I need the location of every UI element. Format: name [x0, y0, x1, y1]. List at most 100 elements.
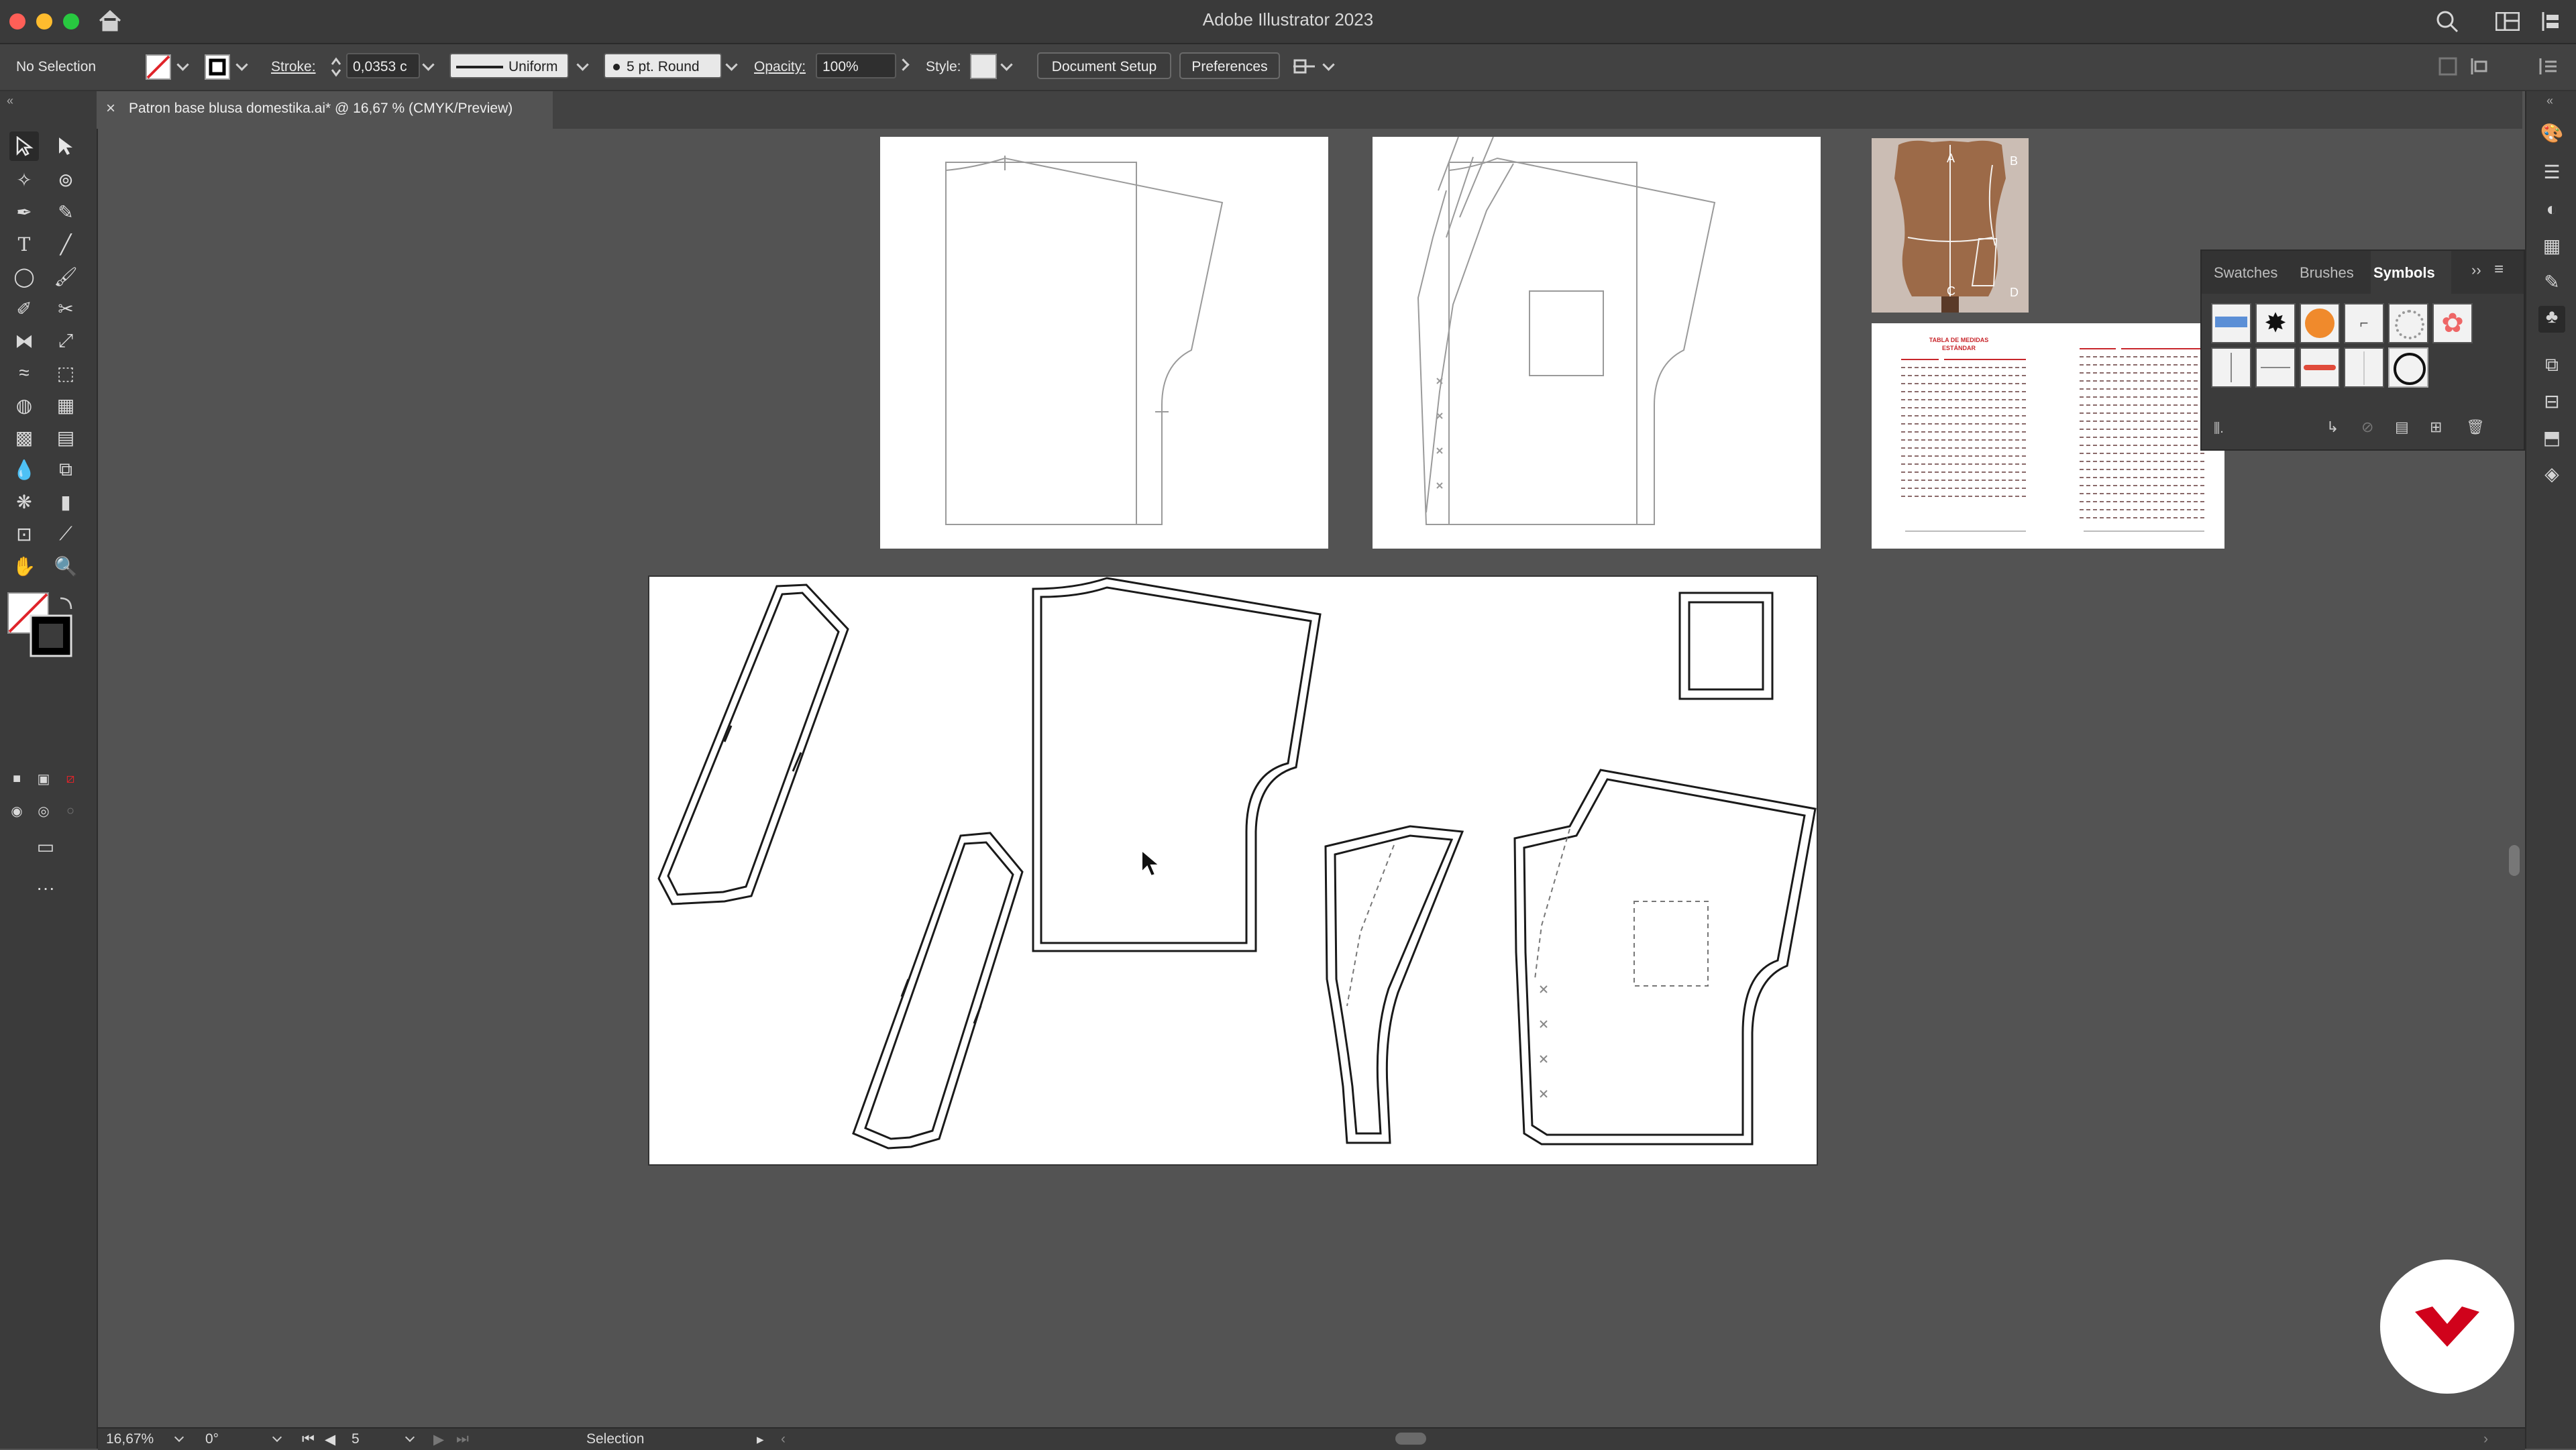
measurement-table-artboard[interactable]: TABLA DE MEDIDAS ESTÁNDAR: [1872, 323, 2224, 549]
symbol-vertical-line[interactable]: [2211, 347, 2251, 388]
distribute-icon[interactable]: [2470, 56, 2494, 76]
stroke-swatch[interactable]: [204, 54, 231, 80]
pen-tool-icon[interactable]: ✒: [9, 197, 39, 227]
scroll-left-icon[interactable]: ‹: [781, 1431, 786, 1447]
slice-tool-icon[interactable]: ⟋: [51, 519, 80, 549]
profile-chevron[interactable]: [576, 58, 589, 71]
workspace-icon[interactable]: [2496, 12, 2520, 31]
vertical-scroll-thumb[interactable]: [2509, 845, 2520, 876]
search-icon[interactable]: [2435, 9, 2459, 34]
artboard-front-variant[interactable]: [1373, 136, 1821, 549]
stroke-stepper-icon[interactable]: [330, 56, 342, 78]
scroll-right-icon[interactable]: ›: [2483, 1431, 2488, 1447]
brush-chevron[interactable]: [725, 58, 738, 71]
reflect-tool-icon[interactable]: ⧓: [9, 326, 39, 355]
direct-selection-tool-icon[interactable]: [51, 131, 80, 161]
zoom-chevron[interactable]: [174, 1432, 184, 1443]
perspective-grid-tool-icon[interactable]: ▦: [51, 390, 80, 420]
artboard-front-base[interactable]: [880, 137, 1328, 549]
first-artboard-icon[interactable]: ⏮: [302, 1431, 315, 1447]
document-setup-button[interactable]: Document Setup: [1037, 52, 1171, 79]
zoom-level[interactable]: 16,67%: [106, 1431, 154, 1447]
transparency-panel-icon[interactable]: ◐: [2538, 199, 2565, 225]
stroke-panel-icon[interactable]: ☰: [2538, 161, 2565, 188]
artboard-pattern-pieces[interactable]: [648, 575, 1818, 1166]
symbol-splat[interactable]: ✸: [2255, 303, 2296, 343]
rotation-chevron[interactable]: [272, 1432, 282, 1443]
draw-inside-icon[interactable]: ○: [60, 801, 80, 821]
panel-toggle-icon[interactable]: [2438, 56, 2458, 76]
gradient-tool-icon[interactable]: ▤: [51, 423, 80, 452]
opacity-label[interactable]: Opacity:: [754, 59, 806, 75]
expand-dock-icon[interactable]: «: [2546, 94, 2553, 108]
style-chevron[interactable]: [1000, 58, 1013, 71]
delete-symbol-icon[interactable]: 🗑: [2466, 419, 2485, 436]
transform-panel-icon[interactable]: ⬒: [2538, 427, 2565, 453]
fill-stroke-widget[interactable]: [7, 592, 80, 665]
none-mode-icon[interactable]: ⧄: [60, 769, 80, 789]
draw-normal-icon[interactable]: ◉: [7, 801, 27, 821]
eyedropper-tool-icon[interactable]: 💧: [9, 455, 39, 484]
new-symbol-icon[interactable]: ⊞: [2430, 419, 2442, 436]
status-menu-arrow-icon[interactable]: ▸: [757, 1431, 764, 1448]
align-options-chevron[interactable]: [1322, 58, 1335, 71]
panel-expand-icon[interactable]: ››: [2471, 262, 2481, 279]
tab-brushes[interactable]: Brushes: [2300, 264, 2354, 282]
rotation-value[interactable]: 0°: [205, 1431, 219, 1447]
tab-swatches[interactable]: Swatches: [2214, 264, 2277, 282]
shape-builder-tool-icon[interactable]: ◍: [9, 390, 39, 420]
document-tab[interactable]: × Patron base blusa domestika.ai* @ 16,6…: [97, 91, 553, 129]
symbol-flower[interactable]: ✿: [2432, 303, 2473, 343]
control-bar-menu-icon[interactable]: [2538, 56, 2559, 76]
screen-mode-icon[interactable]: ▭: [31, 832, 60, 861]
symbol-red-stroke[interactable]: [2300, 347, 2340, 388]
type-tool-icon[interactable]: T: [9, 229, 39, 259]
collapse-tools-icon[interactable]: «: [7, 94, 13, 108]
opacity-input[interactable]: 100%: [816, 53, 896, 78]
symbol-sprayer-tool-icon[interactable]: ❋: [9, 487, 39, 516]
brushes-panel-icon[interactable]: ✎: [2538, 271, 2565, 298]
panel-menu-icon[interactable]: ≡: [2494, 260, 2504, 279]
scissors-tool-icon[interactable]: ✂: [51, 294, 80, 323]
graphic-style-swatch[interactable]: [970, 54, 997, 79]
symbol-gear-ring[interactable]: [2388, 303, 2428, 343]
symbol-black-circle[interactable]: [2388, 347, 2428, 388]
lasso-tool-icon[interactable]: ⊚: [51, 165, 80, 194]
tab-symbols[interactable]: Symbols: [2373, 264, 2435, 282]
previous-artboard-icon[interactable]: ◀: [325, 1431, 335, 1448]
place-symbol-icon[interactable]: ↳: [2326, 419, 2339, 436]
stroke-label[interactable]: Stroke:: [271, 59, 316, 75]
stroke-weight-input[interactable]: 0,0353 c: [346, 53, 420, 78]
stroke-weight-chevron[interactable]: [422, 58, 435, 71]
canvas[interactable]: A B C D TABLA DE MEDIDAS ESTÁNDAR: [98, 129, 2524, 1427]
fill-dropdown-chevron[interactable]: [176, 58, 189, 71]
curvature-tool-icon[interactable]: ✎: [51, 197, 80, 227]
next-artboard-icon[interactable]: ▶: [433, 1431, 444, 1448]
column-graph-tool-icon[interactable]: ▮: [51, 487, 80, 516]
blend-tool-icon[interactable]: ⧉: [51, 455, 80, 484]
symbol-options-icon[interactable]: ▤: [2395, 419, 2409, 436]
opacity-arrow[interactable]: [897, 58, 910, 71]
edit-toolbar-icon[interactable]: ···: [31, 873, 60, 903]
color-panel-icon[interactable]: 🎨: [2538, 122, 2565, 149]
symbol-orange-ball[interactable]: [2300, 303, 2340, 343]
zoom-tool-icon[interactable]: 🔍: [51, 551, 80, 581]
variable-width-profile[interactable]: Uniform: [449, 53, 569, 78]
artboard-tool-icon[interactable]: ⊡: [9, 519, 39, 549]
selection-tool-icon[interactable]: [9, 131, 39, 161]
artboard-chevron[interactable]: [405, 1432, 415, 1443]
ellipse-tool-icon[interactable]: ◯: [9, 262, 39, 291]
symbol-blue-banner[interactable]: [2211, 303, 2251, 343]
symbol-libraries-icon[interactable]: ⫼.: [2214, 421, 2224, 437]
shaper-tool-icon[interactable]: ✐: [9, 294, 39, 323]
artboard-number[interactable]: 5: [352, 1431, 360, 1447]
arrange-icon[interactable]: [2541, 11, 2561, 32]
mannequin-reference-image[interactable]: A B C D: [1872, 138, 2029, 313]
draw-behind-icon[interactable]: ◎: [34, 801, 54, 821]
close-tab-icon[interactable]: ×: [106, 99, 115, 118]
layers-panel-icon[interactable]: ◈: [2538, 463, 2565, 490]
symbols-panel-icon[interactable]: ♣: [2538, 306, 2565, 333]
break-link-icon[interactable]: ⊘: [2361, 419, 2373, 436]
last-artboard-icon[interactable]: ⏭: [456, 1431, 469, 1447]
swatches-panel-icon[interactable]: ▦: [2538, 235, 2565, 262]
